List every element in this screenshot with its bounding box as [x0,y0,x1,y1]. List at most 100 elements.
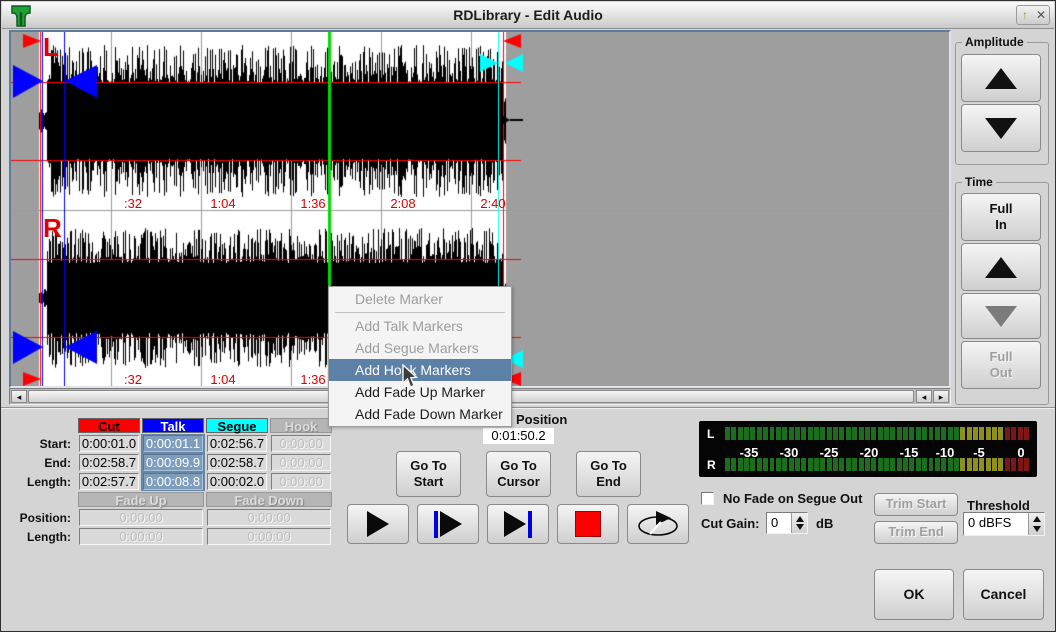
fade-up-position-value: 0:00:00 [79,509,203,526]
position-row-label: Position: [5,511,77,525]
left-channel-label: L [43,34,59,60]
amplitude-down-button[interactable] [961,104,1041,152]
loop-button[interactable] [627,504,689,544]
no-fade-checkbox[interactable] [701,492,714,505]
time-tick: 1:04 [210,372,235,387]
cut-header-button[interactable]: Cut [78,418,140,433]
time-full-in-button[interactable]: Full In [961,193,1041,241]
end-row-label: End: [5,456,77,470]
menu-item-add-fade-down-marker[interactable]: Add Fade Down Marker [329,403,511,425]
time-zoom-out-button[interactable] [961,293,1041,339]
fade-up-header: Fade Up [78,492,204,507]
shade-window-icon[interactable]: ↑ [1017,6,1033,24]
play-from-button[interactable] [417,504,479,544]
cut-gain-unit: dB [816,516,833,531]
meter-scale-tick: -10 [936,445,955,460]
meter-scale-tick: -15 [900,445,919,460]
cut-end-value[interactable]: 0:02:58.7 [79,454,139,471]
talk-length-value[interactable]: 0:00:08.8 [143,473,203,490]
go-to-cursor-button[interactable]: Go To Cursor [486,451,551,497]
position-value: 0:01:50.2 [483,428,554,444]
amplitude-group-title: Amplitude [962,35,1027,49]
play-to-icon [504,511,526,537]
menu-item-add-fade-up-marker[interactable]: Add Fade Up Marker [329,381,511,403]
time-tick: :32 [124,196,142,211]
trim-end-button: Trim End [874,521,958,544]
time-tick: 1:36 [300,372,325,387]
right-channel-label: R [43,215,62,241]
time-tick: :32 [124,372,142,387]
amplitude-up-button[interactable] [961,54,1041,102]
go-to-end-button[interactable]: Go To End [576,451,641,497]
stop-icon [575,511,601,537]
loop-icon [634,510,682,538]
time-tick: 2:40 [480,196,505,211]
cut-gain-spinbox[interactable]: 0 [766,512,808,534]
fade-up-length-value: 0:00:00 [79,528,203,545]
spin-down-icon[interactable] [796,524,804,530]
scroll-left-icon[interactable]: ◂ [916,390,932,403]
time-group-title: Time [962,175,996,189]
close-window-icon[interactable]: ✕ [1033,6,1049,24]
scroll-right-icon[interactable]: ▸ [933,390,949,403]
audio-meter: L R -35 -30 -25 -20 -15 -10 -5 0 [699,421,1037,477]
segue-start-value[interactable]: 0:02:56.7 [207,435,267,452]
play-icon [367,511,389,537]
amplitude-group: Amplitude [955,35,1049,165]
meter-scale-tick: 0 [1017,445,1024,460]
menu-item-add-talk-markers: Add Talk Markers [329,315,511,337]
hook-header-button: Hook [270,418,332,433]
threshold-label: Threshold [967,498,1030,513]
hook-start-value: 0:00:00 [271,435,331,452]
window-title: RDLibrary - Edit Audio [2,7,1054,23]
mouse-cursor-icon [402,364,420,390]
hook-length-value: 0:00:00 [271,473,331,490]
segue-end-value[interactable]: 0:02:58.7 [207,454,267,471]
down-arrow-icon [985,118,1017,139]
marker-context-menu: Delete Marker Add Talk Markers Add Segue… [328,286,512,427]
play-to-button[interactable] [487,504,549,544]
meter-scale-tick: -35 [740,445,759,460]
spin-down-icon[interactable] [1033,526,1041,532]
play-button[interactable] [347,504,409,544]
start-row-label: Start: [5,437,77,451]
meter-scale-tick: -30 [780,445,799,460]
hook-end-value: 0:00:00 [271,454,331,471]
menu-item-add-hook-markers[interactable]: Add Hook Markers [329,359,511,381]
stop-button[interactable] [557,504,619,544]
time-zoom-in-button[interactable] [961,243,1041,291]
cut-gain-value[interactable]: 0 [767,513,791,533]
length2-row-label: Length: [5,530,77,544]
cancel-button[interactable]: Cancel [963,569,1044,620]
menu-separator [335,312,505,313]
cut-start-value[interactable]: 0:00:01.0 [79,435,139,452]
cut-length-value[interactable]: 0:02:57.7 [79,473,139,490]
talk-end-value[interactable]: 0:00:09.9 [143,454,203,471]
ok-button[interactable]: OK [874,569,954,620]
edit-audio-dialog: RDLibrary - Edit Audio ↑ ✕ L R :32 1:04 … [0,0,1056,632]
spin-up-icon[interactable] [796,516,804,522]
talk-start-value[interactable]: 0:00:01.1 [143,435,203,452]
go-to-start-button[interactable]: Go To Start [396,451,461,497]
time-full-out-button: Full Out [961,341,1041,389]
segue-length-value[interactable]: 0:00:02.0 [207,473,267,490]
scroll-left-icon[interactable]: ◂ [11,390,27,403]
time-tick: 1:04 [210,196,235,211]
threshold-value[interactable]: 0 dBFS [964,513,1028,535]
time-group: Time Full In Full Out [955,175,1049,405]
meter-scale-tick: -5 [973,445,985,460]
spin-up-icon[interactable] [1033,516,1041,522]
threshold-spinbox[interactable]: 0 dBFS [963,512,1045,536]
meter-scale-tick: -20 [860,445,879,460]
menu-item-add-segue-markers: Add Segue Markers [329,337,511,359]
meter-scale-tick: -25 [820,445,839,460]
segue-header-button[interactable]: Segue [206,418,268,433]
meter-right-label: R [707,458,716,472]
fade-down-length-value: 0:00:00 [207,528,331,545]
meter-bar-left [725,427,1029,440]
time-tick: 2:08 [390,196,415,211]
up-arrow-icon [985,68,1017,89]
talk-header-button[interactable]: Talk [142,418,204,433]
time-tick: 1:36 [300,196,325,211]
titlebar[interactable]: RDLibrary - Edit Audio ↑ ✕ [2,2,1054,29]
